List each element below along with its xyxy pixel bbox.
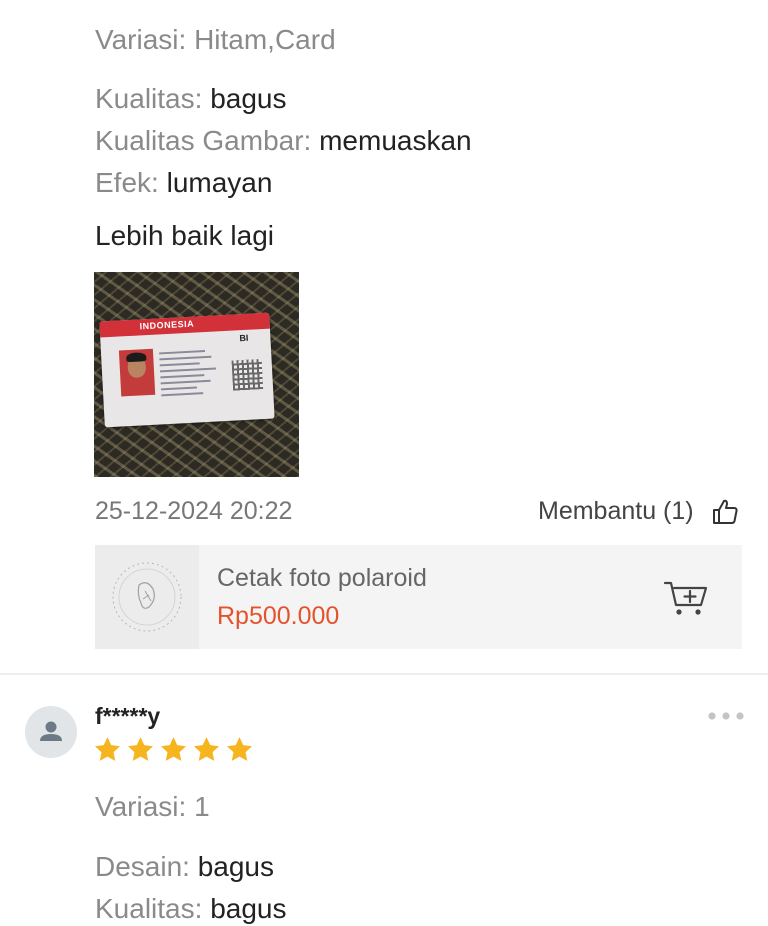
product-logo-icon xyxy=(112,562,182,632)
star-icon xyxy=(194,737,219,761)
thumbs-up-icon[interactable] xyxy=(710,497,740,527)
review-variation: Variasi: Hitam,Card xyxy=(95,24,336,55)
star-icon xyxy=(161,737,186,761)
avatar[interactable] xyxy=(25,706,77,758)
product-name: Cetak foto polaroid xyxy=(217,564,427,592)
id-card-portrait xyxy=(118,348,156,397)
product-card[interactable]: Cetak foto polaroid Rp500.000 xyxy=(95,545,742,649)
review-comment: Lebih baik lagi xyxy=(95,220,275,251)
qr-code xyxy=(231,359,264,391)
review-date: 25-12-2024 20:22 xyxy=(95,497,293,525)
user-icon xyxy=(40,721,62,741)
attribute-label: Kualitas Gambar: xyxy=(95,125,312,156)
attribute-value: bagus xyxy=(210,893,287,924)
attribute-value: bagus xyxy=(210,83,287,114)
id-card-header: INDONESIA xyxy=(139,318,195,332)
attribute-label: Kualitas: xyxy=(95,893,203,924)
id-card-image: INDONESIA BI xyxy=(99,312,275,428)
attribute-value: memuaskan xyxy=(319,125,472,156)
product-price: Rp500.000 xyxy=(217,602,340,630)
star-icon xyxy=(128,737,153,761)
attribute-value: bagus xyxy=(197,851,275,882)
star-icon xyxy=(95,737,120,761)
attribute-label: Desain: xyxy=(95,851,190,882)
product-thumbnail xyxy=(95,545,199,649)
review-divider xyxy=(0,673,768,675)
review-attribute-effect: Efek: lumayan xyxy=(95,166,272,200)
helpful-button[interactable]: Membantu (1) xyxy=(538,494,694,528)
review-attribute-image-quality: Kualitas Gambar: memuaskan xyxy=(95,124,472,158)
id-card-code: BI xyxy=(239,332,249,344)
review-variation: Variasi: 1 xyxy=(95,791,210,822)
attribute-label: Kualitas: xyxy=(95,83,203,114)
attribute-value: lumayan xyxy=(166,167,273,198)
star-rating xyxy=(93,735,254,764)
review-photo[interactable]: INDONESIA BI xyxy=(94,272,299,477)
attribute-label: Efek: xyxy=(95,167,159,198)
star-icon xyxy=(227,737,252,761)
more-options-icon[interactable] xyxy=(706,708,746,724)
review-attribute-quality: Kualitas: bagus xyxy=(95,892,286,926)
review-attribute-design: Desain: bagus xyxy=(95,850,274,884)
reviewer-username: f*****y xyxy=(95,703,161,729)
add-to-cart-icon[interactable] xyxy=(663,575,709,619)
review-attribute-quality: Kualitas: bagus xyxy=(95,82,286,116)
